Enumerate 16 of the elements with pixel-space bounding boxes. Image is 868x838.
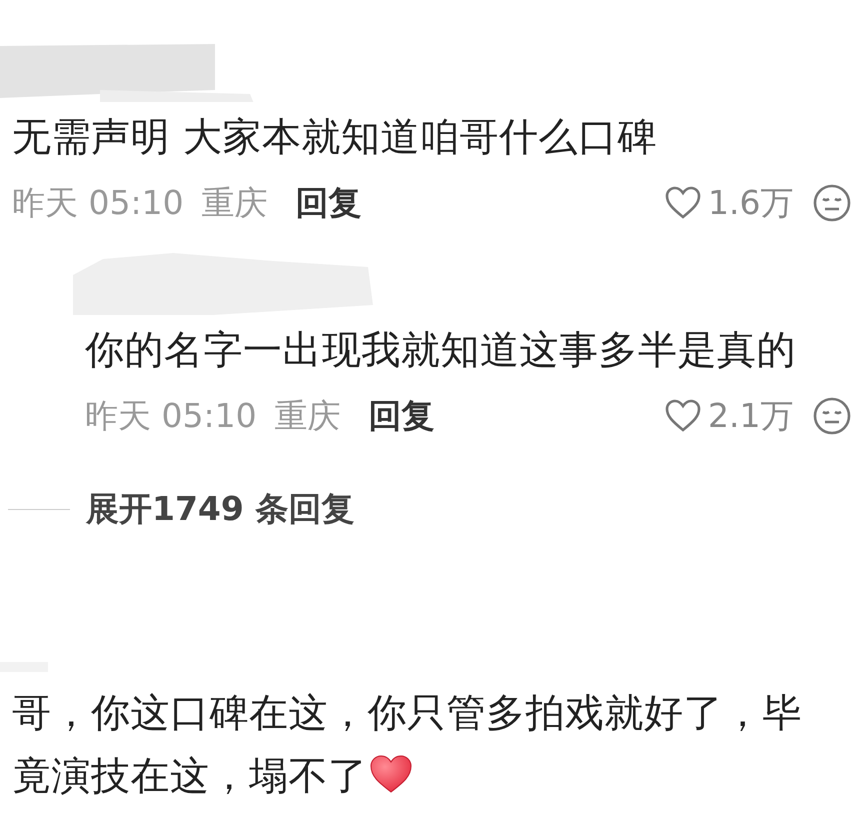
comment-location: 重庆 [274,394,341,436]
face-icon[interactable] [812,396,852,436]
like-count: 1.6万 [708,182,794,224]
face-icon[interactable] [812,183,852,223]
like-count: 2.1万 [708,394,794,436]
comment-text: 你的名字一出现我就知道这事多半是真的 [85,327,797,375]
expand-replies-link[interactable]: 展开1749 条回复 [86,486,354,532]
comment-time: 昨天 05:10 [12,182,184,224]
reply-button[interactable]: 回复 [296,180,362,226]
comment-time: 昨天 05:10 [85,394,257,436]
heart-icon[interactable] [664,186,702,220]
comment-text: 哥，你这口碑在这，你只管多拍戏就好了，毕竟演技在这，塌不了 [12,690,803,801]
comment-location: 重庆 [202,182,268,224]
comment-text: 无需声明 大家本就知道咱哥什么口碑 [12,114,658,162]
heart-icon[interactable] [664,399,702,433]
reply-button[interactable]: 回复 [368,394,435,438]
